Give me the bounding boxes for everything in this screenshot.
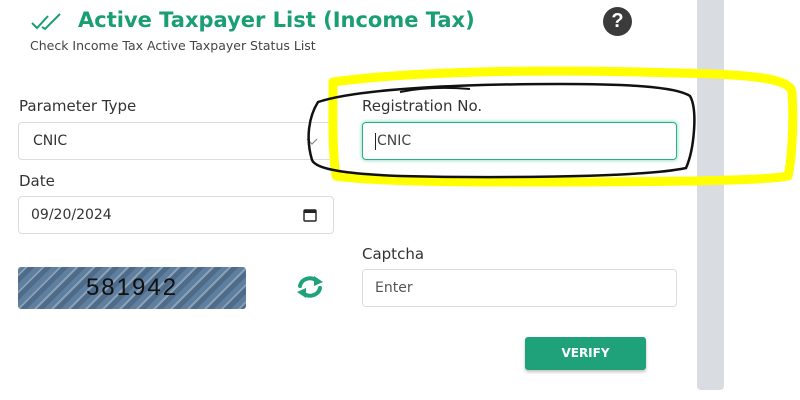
question-circle-icon[interactable]: ? <box>603 7 632 36</box>
registration-no-label: Registration No. <box>362 97 483 115</box>
page-title: Active Taxpayer List (Income Tax) <box>78 8 475 32</box>
double-check-icon <box>31 13 61 31</box>
captcha-input[interactable]: Enter <box>362 269 677 307</box>
date-input[interactable]: 09/20/2024 <box>18 196 334 234</box>
verify-button[interactable]: VERIFY <box>525 337 646 370</box>
date-label: Date <box>19 172 55 190</box>
registration-no-placeholder: CNIC <box>377 133 412 149</box>
registration-no-input[interactable]: CNIC <box>362 122 677 160</box>
text-cursor <box>375 132 376 150</box>
parameter-type-value: CNIC <box>33 133 68 149</box>
side-scroll-panel[interactable] <box>697 0 724 390</box>
captcha-label: Captcha <box>362 245 425 263</box>
parameter-type-select[interactable]: CNIC <box>18 122 334 160</box>
parameter-type-label: Parameter Type <box>19 97 137 115</box>
calendar-icon[interactable] <box>303 208 317 222</box>
chevron-down-icon <box>306 138 318 145</box>
captcha-image: 581942 <box>18 267 246 309</box>
black-ink-stroke <box>399 87 471 93</box>
refresh-icon[interactable] <box>293 274 327 300</box>
page-subtitle: Check Income Tax Active Taxpayer Status … <box>30 38 316 53</box>
captcha-placeholder: Enter <box>375 280 413 296</box>
date-value: 09/20/2024 <box>31 207 112 223</box>
